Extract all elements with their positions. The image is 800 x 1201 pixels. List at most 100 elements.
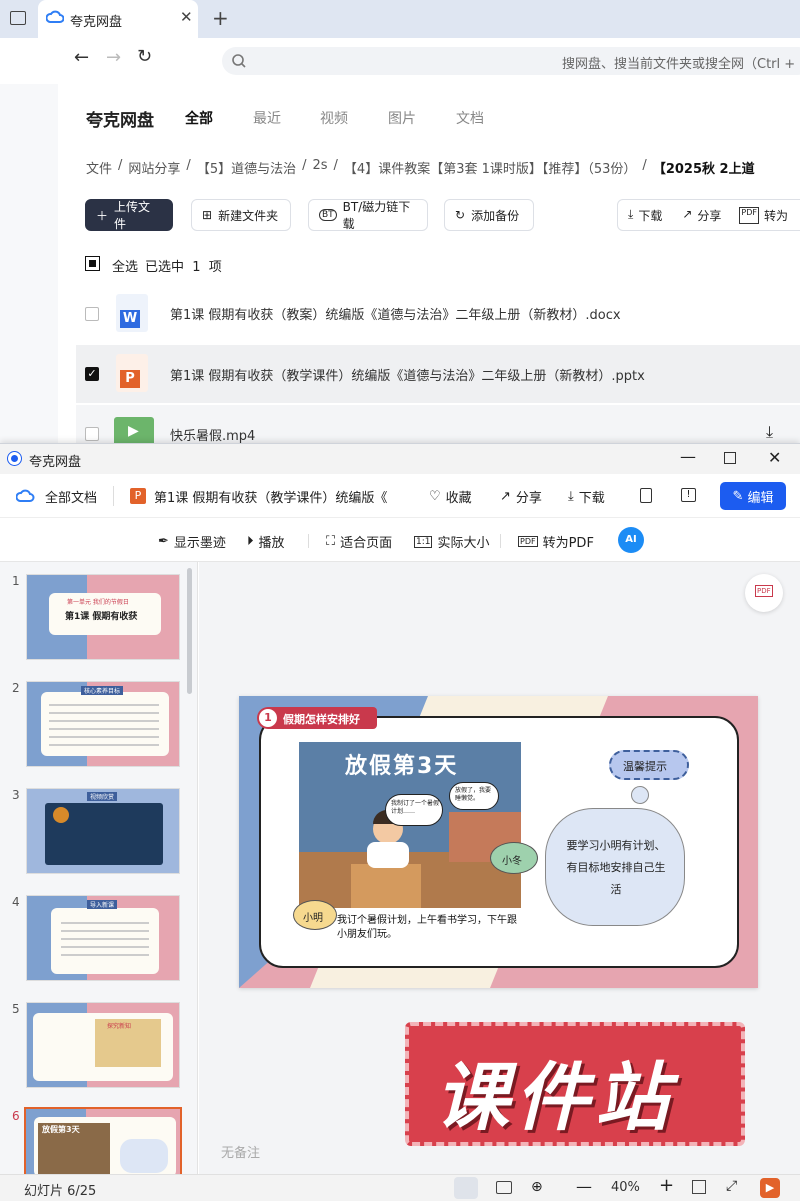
slide-thumbnail-2[interactable]: 核心素养目标 bbox=[26, 681, 180, 767]
ink-button[interactable]: ✒ 显示墨迹 bbox=[158, 532, 226, 551]
download-action[interactable]: ⤓ 下载 bbox=[618, 207, 672, 224]
select-all-checkbox[interactable] bbox=[85, 256, 100, 271]
new-folder-button[interactable]: ⊞ 新建文件夹 bbox=[191, 199, 291, 231]
crumb-1[interactable]: 文件 bbox=[86, 158, 112, 177]
crumb-5[interactable]: 【4】课件教案【第3套 1课时版】【推荐】（53份） bbox=[344, 158, 637, 177]
bt-icon: BT bbox=[319, 209, 337, 221]
crumb-3[interactable]: 【5】道德与法治 bbox=[197, 158, 296, 177]
section-number: 1 bbox=[259, 709, 277, 727]
file-row[interactable]: W 第1课 假期有收获（教案）统编版《道德与法治》二年级上册（新教材）.docx bbox=[76, 284, 800, 342]
doc-title: 第1课 假期有收获（教学课件）统编版《 bbox=[154, 491, 388, 506]
share-action[interactable]: ↗ 分享 bbox=[672, 207, 731, 224]
download-button[interactable]: ⤓ 下载 bbox=[568, 487, 605, 506]
sidebar-toggle-icon[interactable] bbox=[10, 11, 26, 25]
thumbnail-scrollbar[interactable] bbox=[187, 568, 192, 694]
row-checkbox[interactable] bbox=[85, 427, 99, 441]
crumb-4[interactable]: 2s bbox=[312, 158, 327, 177]
convert-action[interactable]: PDF 转为 bbox=[731, 206, 796, 224]
slide-thumbnail-3[interactable]: 视频欣赏 bbox=[26, 788, 180, 874]
add-backup-button[interactable]: ↻ 添加备份 bbox=[444, 199, 534, 231]
row-checkbox[interactable] bbox=[85, 307, 99, 321]
word-file-icon: W bbox=[116, 294, 148, 332]
notes-view-icon[interactable] bbox=[496, 1181, 512, 1194]
search-input[interactable]: 搜网盘、搜当前文件夹或搜全网（Ctrl + F） bbox=[222, 47, 800, 75]
ai-assistant-icon[interactable]: AI bbox=[618, 527, 644, 553]
slide-thumbnail-6-active[interactable]: 放假第3天 bbox=[24, 1107, 182, 1174]
status-bar: 幻灯片 6/25 ⊕ — 40% + ⤢ ▶ bbox=[0, 1174, 800, 1201]
tab-image[interactable]: 图片 bbox=[388, 108, 416, 128]
sync-icon: ↻ bbox=[455, 208, 466, 222]
slide-thumbnail-5[interactable]: 探究新知 bbox=[26, 1002, 180, 1088]
left-strip bbox=[0, 84, 58, 444]
slide-thumbnail-4[interactable]: 导入新课 bbox=[26, 895, 180, 981]
close-window-icon[interactable]: ✕ bbox=[768, 448, 781, 467]
watermark-text: 课件站 bbox=[435, 1055, 675, 1141]
pdf-icon: PDF bbox=[518, 536, 538, 547]
tab-docs[interactable]: 文档 bbox=[456, 108, 484, 128]
play-icon: ▶ bbox=[128, 423, 139, 439]
share-button[interactable]: ↗ 分享 bbox=[500, 487, 542, 506]
to-pdf-button[interactable]: PDF 转为PDF bbox=[518, 532, 594, 551]
export-icon[interactable] bbox=[640, 488, 652, 503]
file-row-selected[interactable]: ✓ P 第1课 假期有收获（教学课件）统编版《道德与法治》二年级上册（新教材）.… bbox=[76, 345, 800, 403]
slide-thumbnail-1[interactable]: 第一单元 我们的节假日 第1课 假期有收获 bbox=[26, 574, 180, 660]
fit-icon[interactable] bbox=[692, 1180, 706, 1194]
browser-tab-bar: 夸克网盘 ✕ + bbox=[0, 0, 800, 38]
slide-number: 2 bbox=[12, 681, 20, 695]
file-name: 第1课 假期有收获（教学课件）统编版《道德与法治》二年级上册（新教材）.pptx bbox=[170, 369, 645, 384]
normal-view-icon[interactable] bbox=[454, 1177, 478, 1199]
zoom-in-icon[interactable]: + bbox=[659, 1175, 674, 1196]
play-button[interactable]: ⏵ 播放 bbox=[247, 532, 285, 551]
section-banner: 1 假期怎样安排好 bbox=[257, 707, 377, 729]
slide-number-active: 6 bbox=[12, 1109, 20, 1123]
slide-illustration: 放假第3天 我制订了一个暑假计划…… 放假了，我要睡懒觉。 bbox=[299, 742, 521, 908]
actual-size-button[interactable]: 1:1 实际大小 bbox=[414, 532, 490, 551]
new-tab-icon[interactable]: + bbox=[212, 6, 229, 30]
upload-button[interactable]: ＋上传文件 bbox=[85, 199, 173, 231]
divider bbox=[500, 534, 501, 548]
select-all-label[interactable]: 全选 bbox=[112, 256, 138, 275]
favorite-button[interactable]: ♡ 收藏 bbox=[429, 487, 472, 506]
tab-all[interactable]: 全部 bbox=[185, 108, 213, 128]
fullscreen-icon[interactable]: ⤢ bbox=[726, 1178, 737, 1194]
convert-page-button[interactable]: PDF bbox=[745, 574, 783, 612]
bt-download-button[interactable]: BT BT/磁力链下载 bbox=[308, 199, 428, 231]
ppt-viewer-window: 夸克网盘 — ✕ 全部文档 P 第1课 假期有收获（教学课件）统编版《 ♡ 收藏 … bbox=[0, 443, 800, 1201]
back-icon[interactable]: ← bbox=[74, 47, 89, 68]
fit-page-button[interactable]: ⛶ 适合页面 bbox=[326, 532, 392, 551]
edit-button[interactable]: ✎ 编辑 bbox=[720, 482, 786, 510]
browser-tab[interactable]: 夸克网盘 ✕ bbox=[38, 0, 198, 38]
tab-recent[interactable]: 最近 bbox=[253, 108, 281, 128]
window-title: 夸克网盘 bbox=[29, 455, 82, 470]
no-notes-label: 无备注 bbox=[221, 1146, 261, 1161]
cloud-icon bbox=[16, 489, 35, 502]
fit-icon: ⛶ bbox=[326, 534, 336, 549]
refresh-icon[interactable]: ↻ bbox=[137, 46, 152, 67]
globe-icon[interactable]: ⊕ bbox=[531, 1179, 543, 1195]
watermark-stamp: 课件站 bbox=[405, 1022, 745, 1146]
forward-icon[interactable]: → bbox=[106, 47, 121, 68]
minimize-icon[interactable]: — bbox=[680, 447, 696, 466]
download-icon[interactable]: ⤓ bbox=[766, 422, 773, 442]
tab-video[interactable]: 视频 bbox=[320, 108, 348, 128]
close-icon[interactable]: ✕ bbox=[180, 8, 193, 26]
zoom-out-icon[interactable]: — bbox=[576, 1177, 592, 1196]
maximize-icon[interactable] bbox=[724, 452, 736, 464]
speech-bubble-1: 我制订了一个暑假计划…… bbox=[391, 800, 440, 815]
row-checkbox-checked[interactable]: ✓ bbox=[85, 367, 99, 381]
pdf-icon: PDF bbox=[755, 585, 773, 597]
quark-cloud-icon bbox=[46, 10, 64, 23]
all-docs-link[interactable]: 全部文档 bbox=[45, 487, 97, 506]
crumb-2[interactable]: 网站分享 bbox=[128, 158, 180, 177]
slide-number: 1 bbox=[12, 574, 20, 588]
share-icon: ↗ bbox=[682, 206, 693, 221]
one-to-one-icon: 1:1 bbox=[414, 535, 433, 548]
play-circle-icon: ⏵ bbox=[247, 534, 254, 549]
slide-caption: 我订个暑假计划，上午看书学习，下午跟小朋友们玩。 bbox=[337, 915, 517, 940]
slideshow-icon[interactable]: ▶ bbox=[760, 1178, 780, 1198]
slide-6: 1 假期怎样安排好 放假第3天 我制订了一个暑假计划…… 放假了，我要睡懒觉。 … bbox=[239, 696, 758, 988]
action-group: ⤓ 下载 ↗ 分享 PDF 转为 bbox=[617, 199, 800, 231]
feedback-icon[interactable]: ! bbox=[681, 488, 696, 502]
search-icon bbox=[232, 54, 246, 68]
ppt-file-icon: P bbox=[116, 354, 148, 392]
